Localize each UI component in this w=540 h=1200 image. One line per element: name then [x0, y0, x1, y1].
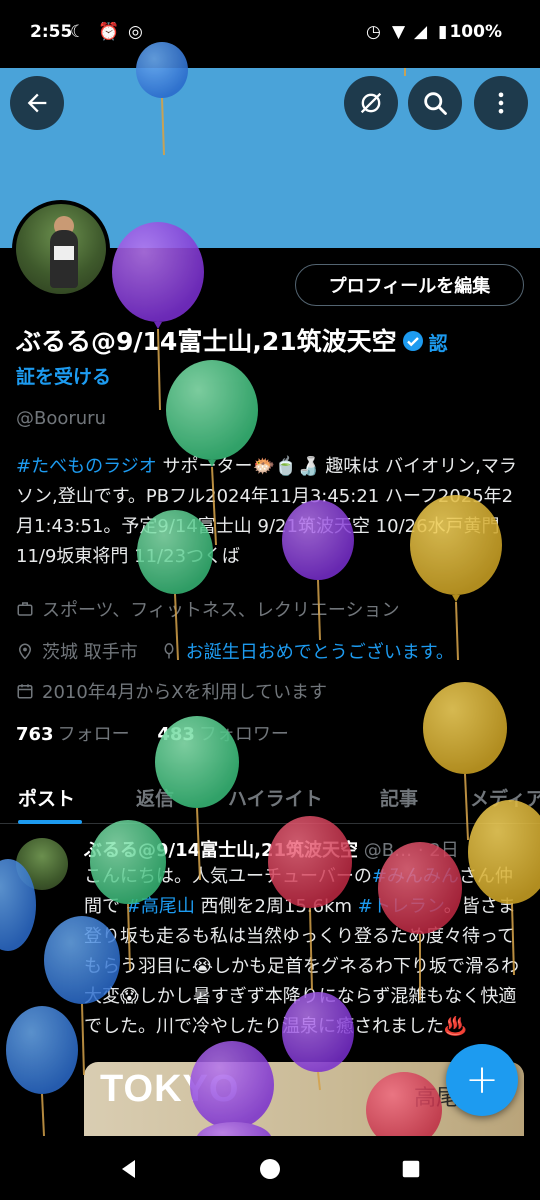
balloon-icon [164, 643, 174, 659]
followers-count: 483 [157, 724, 195, 745]
more-vertical-icon [498, 92, 504, 114]
bio-hashtag-link[interactable]: #たべものラジオ [16, 456, 157, 477]
system-navigation-bar [0, 1136, 540, 1200]
category-row: スポーツ、フィットネス、レクリエーション [16, 596, 399, 622]
triangle-back-icon [122, 1160, 135, 1178]
profile-category: スポーツ、フィットネス、レクリエーション [42, 600, 400, 621]
avatar-bib [54, 246, 74, 260]
balloon-blue-3 [6, 1006, 78, 1137]
battery-icon: ▮ [438, 22, 448, 42]
circle-home-icon [260, 1159, 280, 1179]
profile-avatar[interactable] [12, 200, 110, 298]
post-body[interactable]: こんにちは。人気ユーチューバーの#みんみんさん仲間で #高尾山 西側を2周15.… [84, 862, 520, 1042]
joined-row: 2010年4月からXを利用しています [16, 678, 327, 704]
profile-name: ぶるる@9/14富士山,21筑波天空 認 [16, 324, 526, 362]
post-text-a: こんにちは。人気ユーチューバーの [84, 866, 372, 887]
tab-media[interactable]: メディア [470, 784, 540, 811]
following-count: 763 [16, 724, 54, 745]
tab-articles[interactable]: 記事 [380, 784, 418, 811]
alarm-icon: ⏰ [98, 22, 120, 42]
grok-button[interactable] [344, 76, 398, 130]
birthday-link[interactable]: お誕生日おめでとうございます。 [186, 638, 454, 664]
tab-replies[interactable]: 返信 [136, 784, 174, 811]
back-button[interactable] [10, 76, 64, 130]
battery-percent: 100% [449, 22, 502, 42]
following-label: フォロー [57, 724, 130, 745]
profile-bio: #たべものラジオ サポーター🐡🍵🍶 趣味は バイオリン,マラソン,登山です。PB… [16, 452, 526, 572]
followers-label: フォロワー [198, 724, 289, 745]
post-avatar[interactable] [16, 838, 68, 890]
nav-recents-button[interactable] [396, 1154, 426, 1184]
post-handle-time: @B… · 2日 [358, 840, 459, 861]
nav-back-button[interactable] [114, 1154, 144, 1184]
status-time: 2:55 [30, 22, 73, 42]
profile-handle: @Booruru [16, 408, 106, 429]
post-image-sign-text: TOKYO [100, 1068, 240, 1110]
briefcase-icon [17, 602, 33, 616]
arrow-left-icon [27, 93, 47, 113]
tab-posts[interactable]: ポスト [18, 784, 75, 811]
profile-tabs: ポスト 返信 ハイライト 記事 メディア [0, 772, 540, 824]
get-verified-link-cont[interactable]: 証を受ける [16, 362, 111, 389]
post-text-c: 西側を2周15.6km [194, 896, 358, 917]
search-icon [424, 92, 447, 115]
calendar-icon [17, 684, 33, 699]
alarm-clock-icon: ◷ [366, 22, 381, 42]
hotspot-icon: ◎ [128, 22, 143, 42]
signal-icon: ◢ [414, 22, 428, 42]
location-birthday-row: 茨城 取手市 お誕生日おめでとうございます。 [16, 638, 454, 664]
display-name: ぶるる@9/14富士山,21筑波天空 [16, 327, 397, 356]
verified-badge-icon [402, 331, 423, 351]
post-text-d: 。皆さま登り坂も走るも私は当然ゆっくり登るため度々待ってもらう羽目に😭しかも足首… [84, 896, 520, 1037]
post-hashtag-1[interactable]: #みんみん [372, 866, 459, 887]
location-pin-icon [18, 643, 32, 660]
square-recents-icon [402, 1160, 420, 1178]
post-hashtag-2[interactable]: #高尾山 [126, 896, 195, 917]
grok-slash-icon [360, 92, 382, 114]
edit-profile-button[interactable]: プロフィールを編集 [295, 264, 524, 306]
more-options-button[interactable] [474, 76, 528, 130]
follow-stats: 763 フォロー 483 フォロワー [16, 720, 289, 746]
active-tab-indicator [18, 820, 82, 824]
post-hashtag-3[interactable]: #トレラン [358, 896, 444, 917]
profile-joined: 2010年4月からXを利用しています [42, 682, 328, 703]
compose-post-button[interactable]: + [446, 1044, 518, 1116]
following-link[interactable]: 763 フォロー [16, 724, 130, 745]
wifi-icon: ▼ [392, 22, 406, 42]
balloon-purple-1 [112, 222, 204, 411]
get-verified-link[interactable]: 認 [429, 333, 448, 355]
dnd-moon-icon: ☾ [70, 22, 86, 42]
post-header: ぶるる@9/14富士山,21筑波天空 @B… · 2日 [84, 836, 524, 862]
status-bar: 2:55 ☾ ⏰ ◎ ◷ ▼ ◢ ▮ 100% [0, 0, 540, 68]
followers-link[interactable]: 483 フォロワー [157, 724, 289, 745]
search-button[interactable] [408, 76, 462, 130]
nav-home-button[interactable] [255, 1154, 285, 1184]
post-author-name[interactable]: ぶるる@9/14富士山,21筑波天空 [84, 840, 358, 861]
tab-highlights[interactable]: ハイライト [228, 784, 323, 811]
profile-location: 茨城 取手市 [42, 642, 138, 663]
